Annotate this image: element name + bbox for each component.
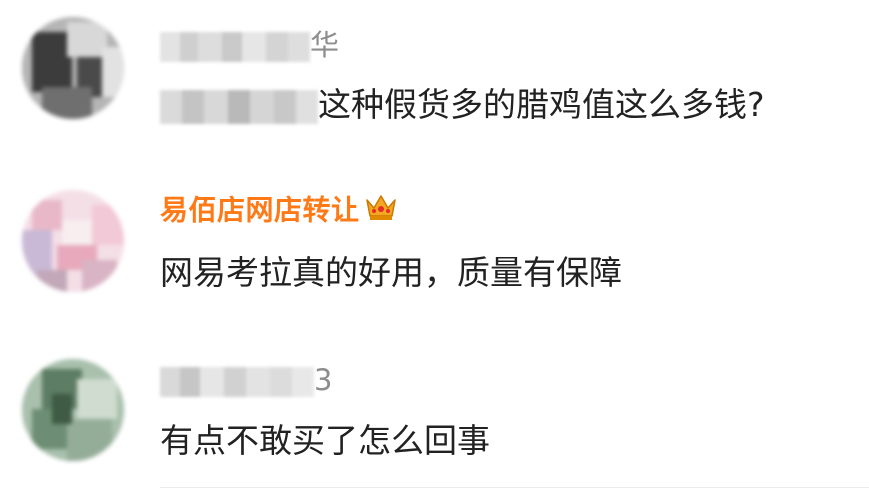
username-text: 易佰店网店转让 xyxy=(160,193,360,227)
avatar[interactable] xyxy=(22,190,124,292)
username[interactable]: 易佰店网店转让 xyxy=(160,192,398,231)
avatar[interactable] xyxy=(22,359,124,461)
username-visible-text: 华 xyxy=(310,28,340,62)
redacted-username-mosaic xyxy=(160,32,310,62)
comment-item: 易佰店网店转让 网易考拉真的好用，质量有保障 xyxy=(0,150,869,320)
redacted-username-mosaic xyxy=(160,367,314,397)
username-visible-text: 3 xyxy=(314,363,333,397)
username[interactable]: 3 xyxy=(160,362,332,398)
redacted-text-mosaic xyxy=(160,89,318,124)
avatar[interactable] xyxy=(22,17,124,119)
comment-item: 华 这种假货多的腊鸡值这么多钱? xyxy=(0,0,869,150)
crown-icon xyxy=(364,192,398,231)
divider xyxy=(160,487,869,488)
comment-visible-text: 这种假货多的腊鸡值这么多钱? xyxy=(318,85,765,124)
username[interactable]: 华 xyxy=(160,27,339,63)
comment-text: 有点不敢买了怎么回事 xyxy=(160,421,490,460)
comment-text: 网易考拉真的好用，质量有保障 xyxy=(160,253,622,292)
comment-item: 3 有点不敢买了怎么回事 xyxy=(0,320,869,493)
comment-text: 这种假货多的腊鸡值这么多钱? xyxy=(160,84,765,126)
